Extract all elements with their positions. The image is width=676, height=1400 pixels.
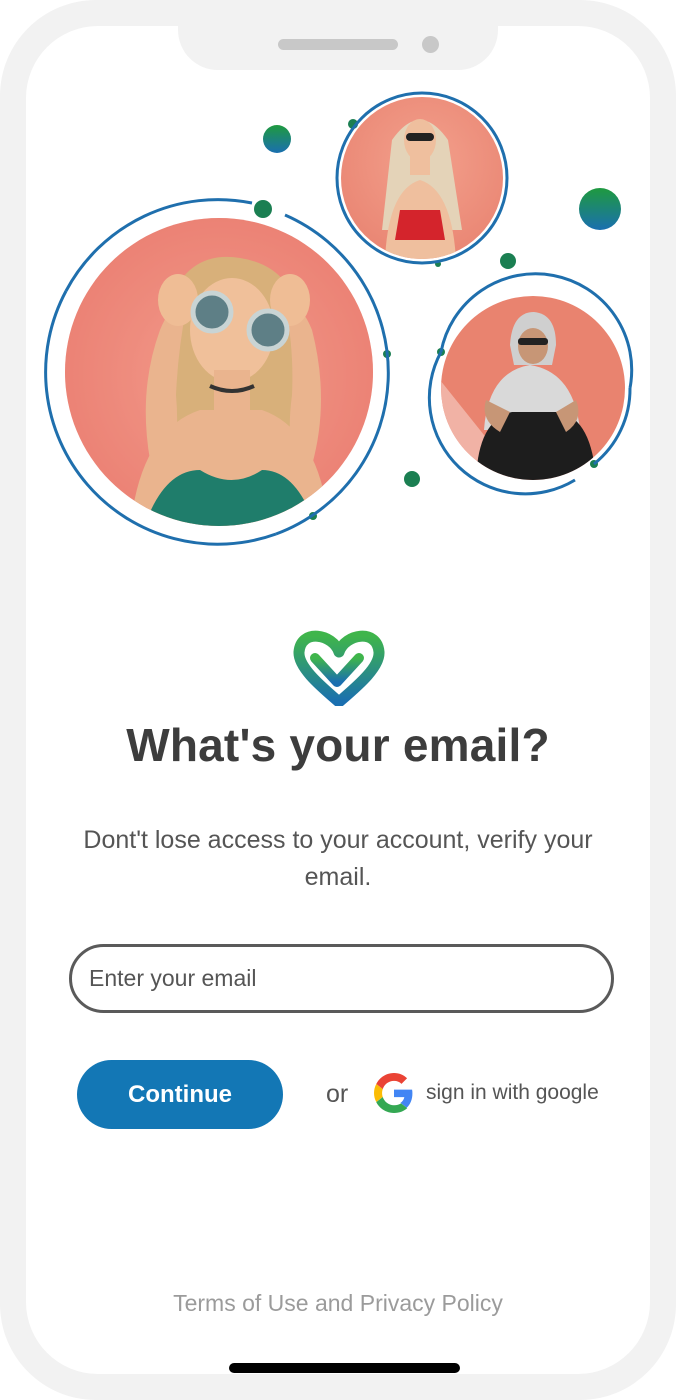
profile-bubbles-illustration: [44, 91, 634, 546]
decor-dot: [263, 125, 291, 153]
decor-dot: [404, 471, 420, 487]
google-icon: [374, 1073, 413, 1113]
decor-dot: [254, 200, 272, 218]
page-title: What's your email?: [126, 719, 550, 771]
email-field[interactable]: [69, 944, 614, 1013]
profile-photo-right: [427, 272, 634, 496]
decor-dot: [579, 188, 621, 230]
profile-photo-large: [44, 198, 390, 546]
decor-dot: [500, 253, 516, 269]
page-subtitle: Dont't lose access to your account, veri…: [83, 826, 593, 891]
or-separator: or: [326, 1080, 349, 1108]
home-indicator: [229, 1363, 460, 1373]
continue-button[interactable]: Continue: [77, 1060, 283, 1129]
heart-check-logo-icon: [293, 630, 385, 706]
google-signin-label: sign in with google: [426, 1081, 599, 1104]
profile-photo-top: [335, 91, 509, 265]
google-signin-button[interactable]: sign in with google: [374, 1072, 599, 1114]
email-input[interactable]: [87, 964, 611, 993]
terms-privacy-link[interactable]: Terms of Use and Privacy Policy: [0, 1290, 676, 1317]
